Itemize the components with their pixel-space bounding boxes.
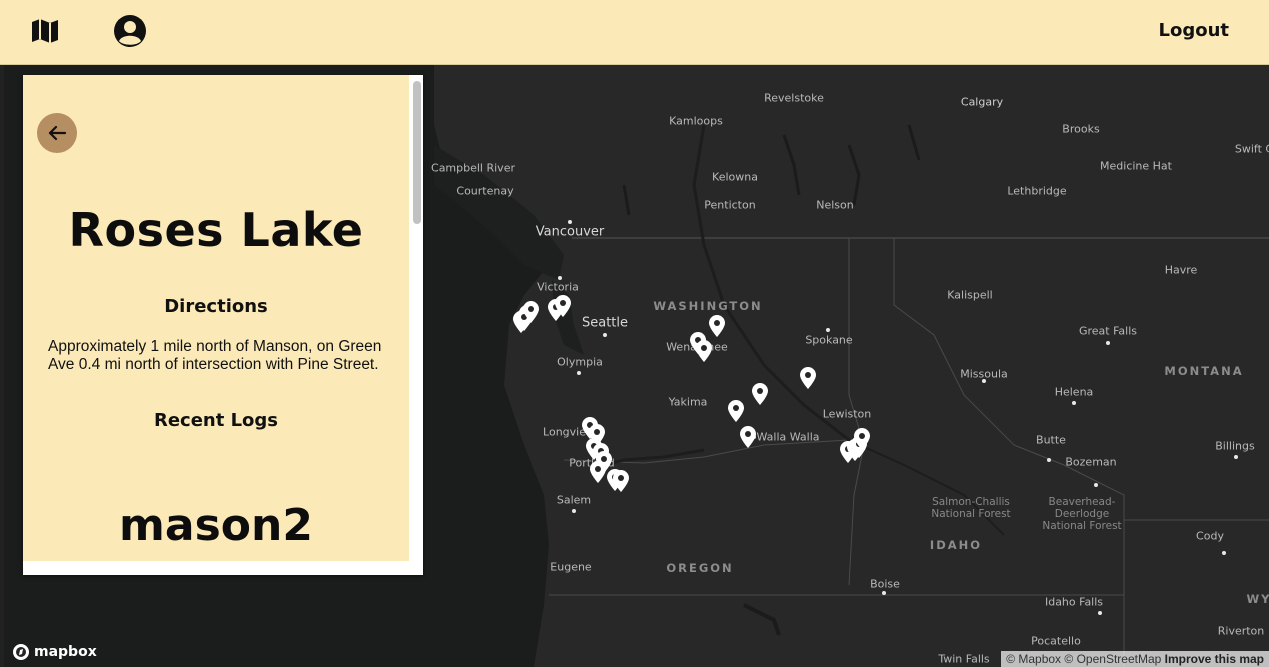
- map-label: Kamloops: [669, 114, 723, 128]
- map-label: Twin Falls: [938, 652, 990, 666]
- user-circle-icon[interactable]: [113, 14, 147, 48]
- map-label: Calgary: [960, 95, 1004, 109]
- map-label: Seattle: [581, 315, 629, 331]
- map-label: Riverton: [1217, 624, 1265, 638]
- map-label: Helena: [1054, 385, 1094, 399]
- map-label: Swift C: [1234, 142, 1269, 156]
- map-label: Yakima: [668, 395, 708, 409]
- attribution-mapbox-link[interactable]: © Mapbox: [1006, 652, 1061, 666]
- map-pin-icon[interactable]: [709, 315, 725, 337]
- map-state-label: IDAHO: [929, 538, 983, 552]
- map-pin-icon[interactable]: [752, 383, 768, 405]
- attribution-osm-link[interactable]: © OpenStreetMap: [1064, 652, 1161, 666]
- map-label: Boise: [870, 577, 900, 591]
- panel-scrollbar[interactable]: [413, 79, 421, 559]
- map-label: Brooks: [1062, 122, 1100, 136]
- map-pin-icon[interactable]: [800, 367, 816, 389]
- panel-content: Roses Lake Directions Approximately 1 mi…: [23, 75, 409, 561]
- improve-map-link[interactable]: Improve this map: [1165, 652, 1264, 666]
- map-label: Lewiston: [822, 407, 872, 421]
- location-detail-panel: Roses Lake Directions Approximately 1 mi…: [23, 75, 423, 575]
- mapbox-logo-text: mapbox: [34, 644, 97, 660]
- map-label: Great Falls: [1078, 324, 1138, 338]
- mapbox-logo[interactable]: mapbox: [12, 643, 97, 661]
- map-label: Billings: [1215, 439, 1255, 453]
- arrow-left-icon: [48, 125, 67, 141]
- directions-text: Approximately 1 mile north of Manson, on…: [48, 338, 382, 373]
- map-pin-icon[interactable]: [728, 400, 744, 422]
- map-label: Medicine Hat: [1100, 159, 1172, 173]
- map-pin-icon[interactable]: [555, 295, 571, 317]
- map-label: Pocatello: [1031, 634, 1081, 648]
- map-label: Missoula: [960, 367, 1008, 381]
- map-label: Salmon-Challis National Forest: [931, 496, 1011, 520]
- map-pin-icon[interactable]: [696, 340, 712, 362]
- map-label: Havre: [1164, 263, 1198, 277]
- map-pin-icon[interactable]: [590, 461, 606, 483]
- map-label: Courtenay: [456, 184, 514, 198]
- map-label: Spokane: [805, 333, 853, 347]
- map-label: Lethbridge: [1007, 184, 1067, 198]
- map-label: Butte: [1036, 433, 1066, 447]
- map-label: Eugene: [550, 560, 592, 574]
- back-button[interactable]: [37, 113, 77, 153]
- map-label: Walla Walla: [756, 430, 820, 444]
- map-label: Cody: [1196, 529, 1224, 543]
- map-label: Beaverhead- Deerlodge National Forest: [1042, 496, 1122, 532]
- map-icon[interactable]: [28, 14, 62, 48]
- map-label: Bozeman: [1065, 455, 1117, 469]
- scrollbar-thumb[interactable]: [413, 81, 421, 224]
- map-pin-icon[interactable]: [523, 301, 539, 323]
- map-label: Vancouver: [535, 224, 605, 240]
- map-pin-icon[interactable]: [854, 428, 870, 450]
- map-label: Campbell River: [431, 161, 515, 175]
- recent-logs-heading: Recent Logs: [153, 410, 279, 431]
- map-state-label: WASHINGTON: [653, 299, 763, 313]
- map-label: Revelstoke: [764, 91, 824, 105]
- top-navbar: Logout: [0, 0, 1269, 65]
- map-label: Salem: [556, 493, 592, 507]
- map-state-label: WY: [1246, 592, 1269, 606]
- map-pin-icon[interactable]: [613, 470, 629, 492]
- map-label: Victoria: [537, 280, 579, 294]
- map-label: Kalispell: [947, 288, 993, 302]
- directions-heading: Directions: [164, 296, 268, 317]
- map-label: Kelowna: [712, 170, 758, 184]
- map-label: Idaho Falls: [1044, 595, 1104, 609]
- map-label: Olympia: [557, 355, 603, 369]
- mapbox-logo-icon: [13, 644, 29, 660]
- logout-button[interactable]: Logout: [1158, 20, 1229, 41]
- map-label: Penticton: [704, 198, 756, 212]
- map-state-label: OREGON: [666, 561, 734, 575]
- log-username[interactable]: mason2: [23, 500, 409, 551]
- map-label: Nelson: [816, 198, 854, 212]
- map-state-label: MONTANA: [1164, 364, 1244, 378]
- map-pin-icon[interactable]: [740, 426, 756, 448]
- location-title: Roses Lake: [68, 203, 364, 257]
- map-attribution: © Mapbox © OpenStreetMap Improve this ma…: [1001, 651, 1269, 667]
